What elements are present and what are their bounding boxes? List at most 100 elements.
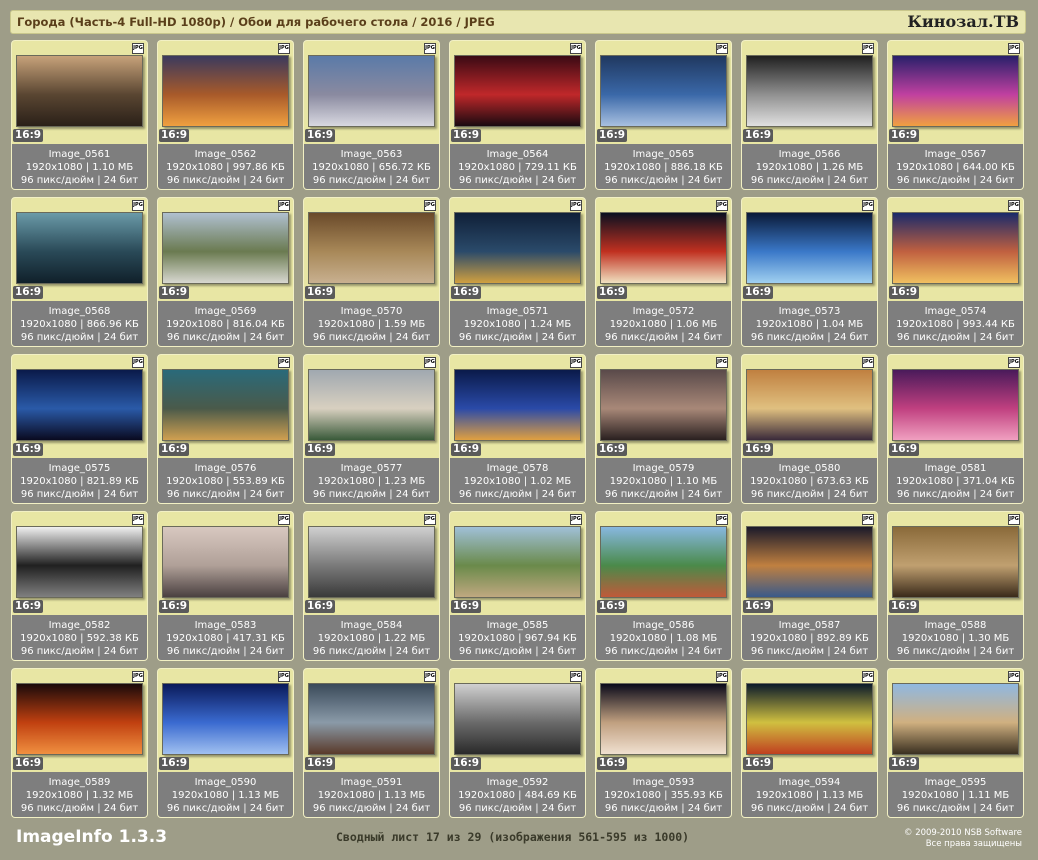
thumbnail-image[interactable] [454, 212, 581, 284]
thumbnail-card[interactable]: JPG 16:9 Image_0574 1920x1080 | 993.44 КБ 96… [887, 197, 1024, 347]
thumbnail-image[interactable] [308, 683, 435, 755]
thumbnail-image[interactable] [16, 369, 143, 441]
thumbnail-image[interactable] [892, 369, 1019, 441]
jpg-file-icon: JPG [862, 357, 874, 368]
thumbnail-card[interactable]: JPG 16:9 Image_0570 1920x1080 | 1.59 МБ 96 п… [303, 197, 440, 347]
thumbnail-card[interactable]: JPG 16:9 Image_0583 1920x1080 | 417.31 КБ 96… [157, 511, 294, 661]
image-info: Image_0577 1920x1080 | 1.23 МБ 96 пикс/дюй… [304, 458, 439, 503]
image-dpi-depth: 96 пикс/дюйм | 24 бит [750, 332, 869, 343]
thumbnail-image[interactable] [454, 683, 581, 755]
thumbnail-card[interactable]: JPG 16:9 Image_0582 1920x1080 | 592.38 КБ 96… [11, 511, 148, 661]
image-info: Image_0584 1920x1080 | 1.22 МБ 96 пикс/дюй… [304, 615, 439, 660]
thumbnail-card[interactable]: JPG 16:9 Image_0579 1920x1080 | 1.10 МБ 96 п… [595, 354, 732, 504]
aspect-ratio-badge: 16:9 [889, 757, 920, 770]
thumbnail-card[interactable]: JPG 16:9 Image_0563 1920x1080 | 656.72 КБ 96… [303, 40, 440, 190]
thumbnail-card[interactable]: JPG 16:9 Image_0562 1920x1080 | 997.86 КБ 96… [157, 40, 294, 190]
thumbnail-card[interactable]: JPG 16:9 Image_0576 1920x1080 | 553.89 КБ 96… [157, 354, 294, 504]
thumbnail-card[interactable]: JPG 16:9 Image_0588 1920x1080 | 1.30 МБ 96 п… [887, 511, 1024, 661]
aspect-ratio-badge: 16:9 [305, 286, 336, 299]
thumbnail-image[interactable] [892, 212, 1019, 284]
thumbnail-image[interactable] [600, 526, 727, 598]
thumbnail-card[interactable]: JPG 16:9 Image_0577 1920x1080 | 1.23 МБ 96 п… [303, 354, 440, 504]
thumbnail-card[interactable]: JPG 16:9 Image_0578 1920x1080 | 1.02 МБ 96 п… [449, 354, 586, 504]
thumbnail-image[interactable] [746, 212, 873, 284]
aspect-ratio-badge: 16:9 [13, 443, 44, 456]
thumbnail-image[interactable] [892, 55, 1019, 127]
image-name: Image_0569 [194, 306, 257, 317]
thumbnail-image[interactable] [308, 369, 435, 441]
thumbnail-card[interactable]: JPG 16:9 Image_0593 1920x1080 | 355.93 КБ 96… [595, 668, 732, 818]
image-dpi-depth: 96 пикс/дюйм | 24 бит [896, 332, 1015, 343]
jpg-file-icon: JPG [278, 671, 290, 682]
image-dimensions-size: 1920x1080 | 1.02 МБ [463, 476, 572, 487]
thumbnail-card[interactable]: JPG 16:9 Image_0568 1920x1080 | 866.96 КБ 96… [11, 197, 148, 347]
thumbnail-image[interactable] [308, 526, 435, 598]
aspect-ratio-badge: 16:9 [305, 600, 336, 613]
image-name: Image_0592 [486, 777, 549, 788]
thumbnail-card[interactable]: JPG 16:9 Image_0581 1920x1080 | 371.04 КБ 96… [887, 354, 1024, 504]
thumbnail-card[interactable]: JPG 16:9 Image_0594 1920x1080 | 1.13 МБ 96 п… [741, 668, 878, 818]
thumbnail-card[interactable]: JPG 16:9 Image_0589 1920x1080 | 1.32 МБ 96 п… [11, 668, 148, 818]
thumbnail-image[interactable] [162, 683, 289, 755]
jpg-file-icon: JPG [570, 671, 582, 682]
thumbnail-image[interactable] [454, 55, 581, 127]
thumbnail-card[interactable]: JPG 16:9 Image_0567 1920x1080 | 644.00 КБ 96… [887, 40, 1024, 190]
image-dimensions-size: 1920x1080 | 553.89 КБ [166, 476, 285, 487]
thumbnail-image[interactable] [600, 212, 727, 284]
thumbnail-image[interactable] [16, 526, 143, 598]
thumbnail-image[interactable] [746, 526, 873, 598]
thumbnail-card[interactable]: JPG 16:9 Image_0580 1920x1080 | 673.63 КБ 96… [741, 354, 878, 504]
thumbnail-card[interactable]: JPG 16:9 Image_0595 1920x1080 | 1.11 МБ 96 п… [887, 668, 1024, 818]
image-name: Image_0594 [778, 777, 841, 788]
thumbnail-card[interactable]: JPG 16:9 Image_0584 1920x1080 | 1.22 МБ 96 п… [303, 511, 440, 661]
image-dpi-depth: 96 пикс/дюйм | 24 бит [750, 646, 869, 657]
thumbnail-card[interactable]: JPG 16:9 Image_0591 1920x1080 | 1.13 МБ 96 п… [303, 668, 440, 818]
thumbnail-image[interactable] [746, 55, 873, 127]
thumbnail-card[interactable]: JPG 16:9 Image_0587 1920x1080 | 892.89 КБ 96… [741, 511, 878, 661]
thumbnail-card[interactable]: JPG 16:9 Image_0586 1920x1080 | 1.08 МБ 96 п… [595, 511, 732, 661]
thumbnail-image[interactable] [16, 55, 143, 127]
thumbnail-image[interactable] [600, 369, 727, 441]
thumbnail-image[interactable] [162, 212, 289, 284]
thumbnail-image[interactable] [308, 55, 435, 127]
thumbnail-image[interactable] [600, 55, 727, 127]
thumbnail-card[interactable]: JPG 16:9 Image_0569 1920x1080 | 816.04 КБ 96… [157, 197, 294, 347]
image-dimensions-size: 1920x1080 | 993.44 КБ [896, 319, 1015, 330]
thumbnail-card[interactable]: JPG 16:9 Image_0585 1920x1080 | 967.94 КБ 96… [449, 511, 586, 661]
jpg-file-icon: JPG [1008, 43, 1020, 54]
thumbnail-image[interactable] [892, 683, 1019, 755]
thumbnail-card[interactable]: JPG 16:9 Image_0575 1920x1080 | 821.89 КБ 96… [11, 354, 148, 504]
thumbnail-image[interactable] [746, 369, 873, 441]
thumbnail-card[interactable]: JPG 16:9 Image_0590 1920x1080 | 1.13 МБ 96 п… [157, 668, 294, 818]
thumbnail-image[interactable] [162, 369, 289, 441]
aspect-ratio-badge: 16:9 [743, 443, 774, 456]
thumbnail-image[interactable] [746, 683, 873, 755]
thumbnail-card[interactable]: JPG 16:9 Image_0561 1920x1080 | 1.10 МБ 96 п… [11, 40, 148, 190]
jpg-file-icon: JPG [716, 514, 728, 525]
thumbnail-card[interactable]: JPG 16:9 Image_0592 1920x1080 | 484.69 КБ 96… [449, 668, 586, 818]
thumbnail-image[interactable] [162, 55, 289, 127]
thumbnail-image[interactable] [454, 369, 581, 441]
jpg-file-icon: JPG [132, 43, 144, 54]
thumbnail-card[interactable]: JPG 16:9 Image_0565 1920x1080 | 886.18 КБ 96… [595, 40, 732, 190]
image-dimensions-size: 1920x1080 | 816.04 КБ [166, 319, 285, 330]
image-info: Image_0579 1920x1080 | 1.10 МБ 96 пикс/дюй… [596, 458, 731, 503]
thumbnail-image[interactable] [454, 526, 581, 598]
image-name: Image_0587 [778, 620, 841, 631]
image-info: Image_0580 1920x1080 | 673.63 КБ 96 пикс/д… [742, 458, 877, 503]
thumbnail-card[interactable]: JPG 16:9 Image_0572 1920x1080 | 1.06 МБ 96 п… [595, 197, 732, 347]
thumbnail-image[interactable] [308, 212, 435, 284]
jpg-file-icon: JPG [424, 200, 436, 211]
thumbnail-image[interactable] [162, 526, 289, 598]
thumbnail-card[interactable]: JPG 16:9 Image_0566 1920x1080 | 1.26 МБ 96 п… [741, 40, 878, 190]
thumbnail-card[interactable]: JPG 16:9 Image_0573 1920x1080 | 1.04 МБ 96 п… [741, 197, 878, 347]
thumbnail-card[interactable]: JPG 16:9 Image_0564 1920x1080 | 729.11 КБ 96… [449, 40, 586, 190]
thumbnail-image[interactable] [16, 212, 143, 284]
image-info: Image_0568 1920x1080 | 866.96 КБ 96 пикс/д… [12, 301, 147, 346]
thumbnail-card[interactable]: JPG 16:9 Image_0571 1920x1080 | 1.24 МБ 96 п… [449, 197, 586, 347]
thumbnail-image[interactable] [600, 683, 727, 755]
thumbnail-grid: JPG 16:9 Image_0561 1920x1080 | 1.10 МБ 96 п… [11, 40, 1024, 818]
thumbnail-image[interactable] [16, 683, 143, 755]
image-info: Image_0595 1920x1080 | 1.11 МБ 96 пикс/дюй… [888, 772, 1023, 817]
thumbnail-image[interactable] [892, 526, 1019, 598]
